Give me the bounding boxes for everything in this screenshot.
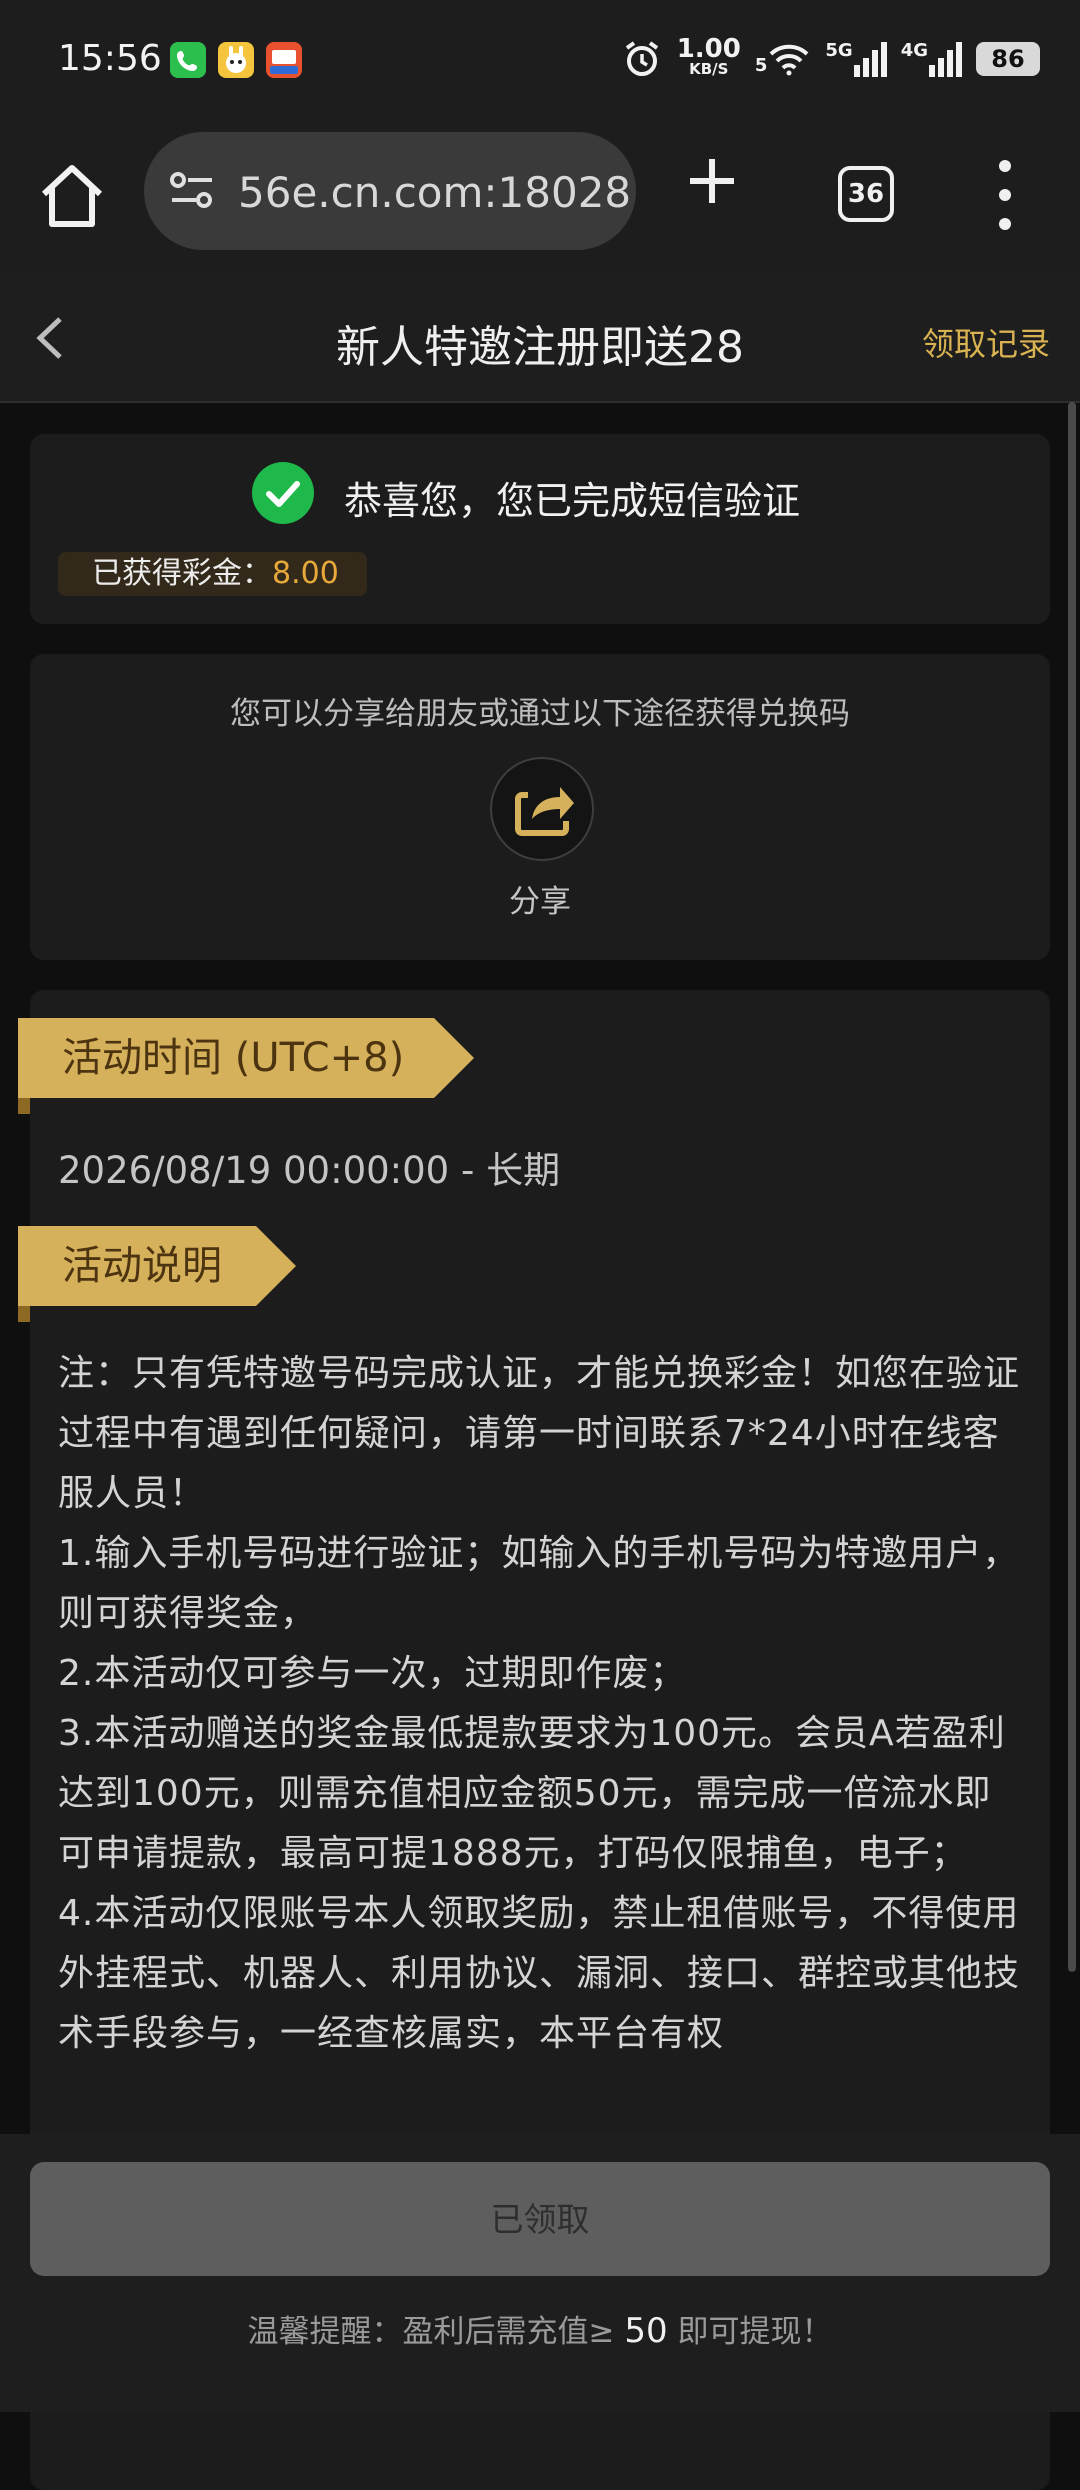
reminder-prefix: 温馨提醒：盈利后需充值≥ <box>247 2314 615 2350</box>
home-icon[interactable] <box>38 160 106 232</box>
mascot-app-icon <box>218 42 254 78</box>
browser-toolbar: 56e.cn.com:18028 36 <box>0 120 1080 275</box>
success-check-icon <box>252 462 314 524</box>
desc-line: 3.本活动赠送的奖金最低提款要求为100元。会员A若盈利达到100元，则需充值相… <box>58 1713 1006 1874</box>
bonus-label: 已获得彩金： <box>92 556 272 591</box>
page-title: 新人特邀注册即送28 <box>336 322 744 373</box>
desc-line: 1.输入手机号码进行验证；如输入的手机号码为特邀用户，则可获得奖金， <box>58 1533 1020 1634</box>
ribbon-fold <box>18 1098 30 1114</box>
phone-app-icon <box>170 42 206 78</box>
bonus-value: 8.00 <box>272 556 339 591</box>
share-button[interactable] <box>490 757 594 861</box>
ribbon-fold <box>18 1306 30 1322</box>
bottom-action-bar: 已领取 温馨提醒：盈利后需充值≥ 50 即可提现！ <box>0 2134 1080 2412</box>
new-tab-button[interactable] <box>686 154 738 218</box>
url-text: 56e.cn.com:18028 <box>238 168 632 217</box>
claimed-button[interactable]: 已领取 <box>30 2162 1050 2276</box>
reminder-amount: 50 <box>624 2311 668 2351</box>
signal-5g: 5G <box>825 41 887 77</box>
share-icon <box>515 787 574 836</box>
alarm-icon <box>625 41 658 76</box>
desc-line: 2.本活动仅可参与一次，过期即作废； <box>58 1653 687 1694</box>
activity-time-range: 2026/08/19 00:00:00 - 长期 <box>58 1149 561 1192</box>
activity-description: 注：只有凭特邀号码完成认证，才能兑换彩金！如您在验证过程中有遇到任何疑问，请第一… <box>58 1344 1026 2064</box>
status-indicators: 1.00 KB/S 5 5G 4G 86 <box>621 34 1040 80</box>
wifi-indicator: 5 <box>755 42 812 76</box>
tab-switcher-button[interactable]: 36 <box>838 166 894 222</box>
claim-records-link[interactable]: 领取记录 <box>922 319 1050 365</box>
more-menu-icon[interactable] <box>996 160 1014 230</box>
bonus-badge: 已获得彩金：8.00 <box>58 552 367 596</box>
status-time: 15:56 <box>58 38 162 79</box>
withdraw-reminder: 温馨提醒：盈利后需充值≥ 50 即可提现！ <box>0 2306 1080 2351</box>
battery-indicator: 86 <box>976 42 1040 76</box>
activity-time-heading: 活动时间 (UTC+8) <box>18 1018 474 1098</box>
share-hint: 您可以分享给朋友或通过以下途径获得兑换码 <box>230 696 850 732</box>
signal-bars-icon <box>853 42 887 77</box>
scrollbar[interactable] <box>1068 402 1076 1972</box>
desc-line: 4.本活动仅限账号本人领取奖励，禁止租借账号，不得使用外挂程式、机器人、利用协议… <box>58 1893 1021 2054</box>
share-label: 分享 <box>509 884 571 920</box>
share-card: 您可以分享给朋友或通过以下途径获得兑换码 分享 <box>30 654 1050 960</box>
site-settings-icon[interactable] <box>168 166 216 214</box>
verification-card: 恭喜您，您已完成短信验证 已获得彩金：8.00 <box>30 434 1050 624</box>
page-header: 新人特邀注册即送28 领取记录 <box>0 275 1080 403</box>
activity-desc-heading: 活动说明 <box>18 1226 296 1306</box>
status-bar: 15:56 1.00 KB/S 5 5G 4G 86 <box>0 0 1080 120</box>
address-bar[interactable]: 56e.cn.com:18028 <box>144 132 636 250</box>
reminder-suffix: 即可提现！ <box>677 2314 833 2350</box>
signal-4g: 4G <box>901 41 962 77</box>
shopping-app-icon <box>266 42 302 78</box>
wifi-icon <box>769 44 809 76</box>
signal-bars-icon <box>929 42 962 77</box>
network-speed: 1.00 KB/S <box>676 34 741 78</box>
verification-message: 恭喜您，您已完成短信验证 <box>344 479 801 523</box>
desc-line: 注：只有凭特邀号码完成认证，才能兑换彩金！如您在验证过程中有遇到任何疑问，请第一… <box>58 1353 1021 1514</box>
plus-icon <box>690 159 734 203</box>
